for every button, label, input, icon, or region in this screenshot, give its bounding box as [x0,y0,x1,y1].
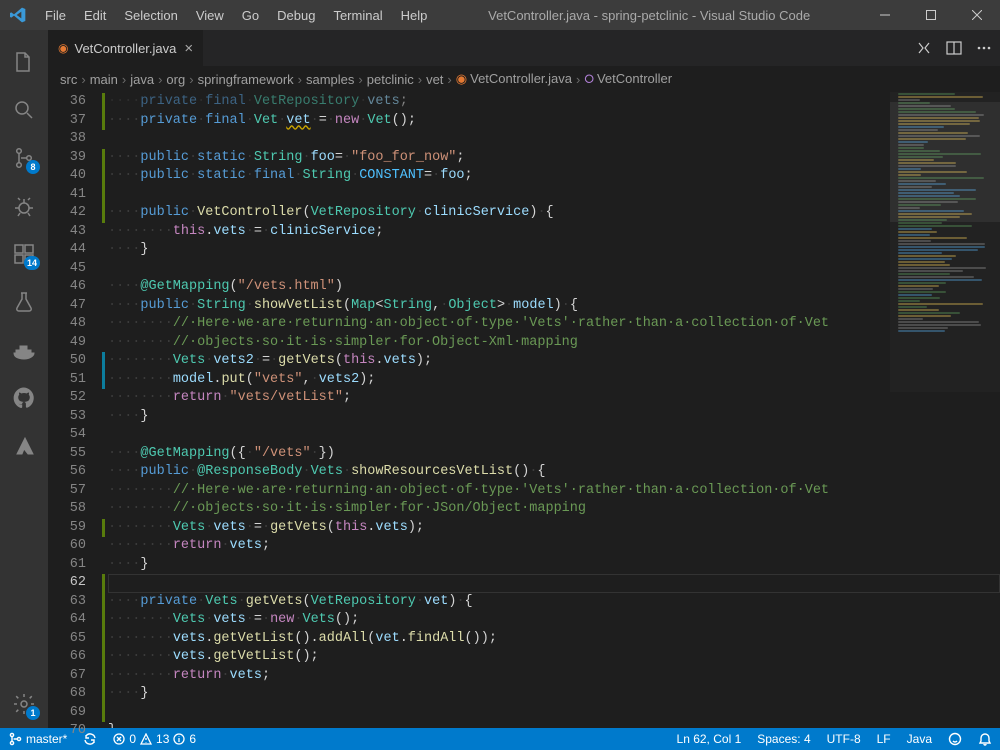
status-cursor[interactable]: Ln 62, Col 1 [669,728,750,750]
status-spaces[interactable]: Spaces: 4 [749,728,818,750]
crumb-src[interactable]: src [60,72,77,87]
java-file-icon: ◉ [58,41,68,55]
crumb-vetcontroller-java[interactable]: ◉VetController.java [456,71,572,87]
split-editor-icon[interactable] [946,40,962,56]
chevron-right-icon: › [298,72,302,87]
activity-test[interactable] [0,278,48,326]
menu-file[interactable]: File [45,8,66,23]
editor[interactable]: 3637383940414243444546474849505152535455… [48,92,1000,728]
status-problems[interactable]: 0 13 6 [105,728,204,750]
window-close-button[interactable] [954,0,1000,30]
chevron-right-icon: › [447,72,451,87]
scm-badge: 8 [26,160,40,174]
chevron-right-icon: › [189,72,193,87]
extensions-badge: 14 [24,256,40,270]
titlebar: File Edit Selection View Go Debug Terminal Help… [0,0,1000,30]
status-feedback[interactable] [940,728,970,750]
tab-vetcontroller[interactable]: ◉ VetController.java × [48,30,204,66]
class-icon: ⭘ [584,72,594,86]
activity-scm[interactable]: 8 [0,134,48,182]
status-notifications[interactable] [970,728,1000,750]
breadcrumb[interactable]: src › main › java › org › springframework › sample… [48,66,1000,92]
activity-docker[interactable] [0,326,48,374]
settings-badge: 1 [26,706,40,720]
menu-debug[interactable]: Debug [277,8,315,23]
minimap[interactable] [890,92,1000,392]
activity-debug[interactable] [0,182,48,230]
chevron-right-icon: › [122,72,126,87]
activity-explorer[interactable] [0,38,48,86]
menu-selection[interactable]: Selection [124,8,177,23]
tab-bar: ◉ VetController.java × [48,30,1000,66]
window-title: VetController.java - spring-petclinic - … [436,8,862,23]
more-icon[interactable] [976,40,992,56]
activity-search[interactable] [0,86,48,134]
crumb-vetcontroller[interactable]: ⭘VetController [584,71,672,87]
crumb-springframework[interactable]: springframework [198,72,294,87]
crumb-samples[interactable]: samples [306,72,354,87]
window-minimize-button[interactable] [862,0,908,30]
crumb-vet[interactable]: vet [426,72,443,87]
status-eol[interactable]: LF [869,728,899,750]
menu-help[interactable]: Help [401,8,428,23]
crumb-petclinic[interactable]: petclinic [367,72,414,87]
java-file-icon: ◉ [456,71,467,86]
activity-azure[interactable] [0,422,48,470]
chevron-right-icon: › [418,72,422,87]
window-maximize-button[interactable] [908,0,954,30]
status-language[interactable]: Java [899,728,940,750]
activity-extensions[interactable]: 14 [0,230,48,278]
vscode-logo-icon [10,7,26,23]
menu-edit[interactable]: Edit [84,8,106,23]
status-bar: master* 0 13 6 Ln 62, Col 1 Spaces: 4 UT… [0,728,1000,750]
menu-terminal[interactable]: Terminal [333,8,382,23]
activity-bar: 8 14 1 [0,30,48,728]
chevron-right-icon: › [576,72,580,87]
tab-label: VetController.java [74,41,176,56]
crumb-org[interactable]: org [166,72,185,87]
menu-go[interactable]: Go [242,8,259,23]
chevron-right-icon: › [158,72,162,87]
crumb-java[interactable]: java [130,72,154,87]
chevron-right-icon: › [358,72,362,87]
activity-github[interactable] [0,374,48,422]
tab-close-button[interactable]: × [184,40,193,57]
chevron-right-icon: › [81,72,85,87]
crumb-main[interactable]: main [90,72,118,87]
menu-view[interactable]: View [196,8,224,23]
activity-settings[interactable]: 1 [0,680,48,728]
compare-icon[interactable] [916,40,932,56]
status-encoding[interactable]: UTF-8 [819,728,869,750]
